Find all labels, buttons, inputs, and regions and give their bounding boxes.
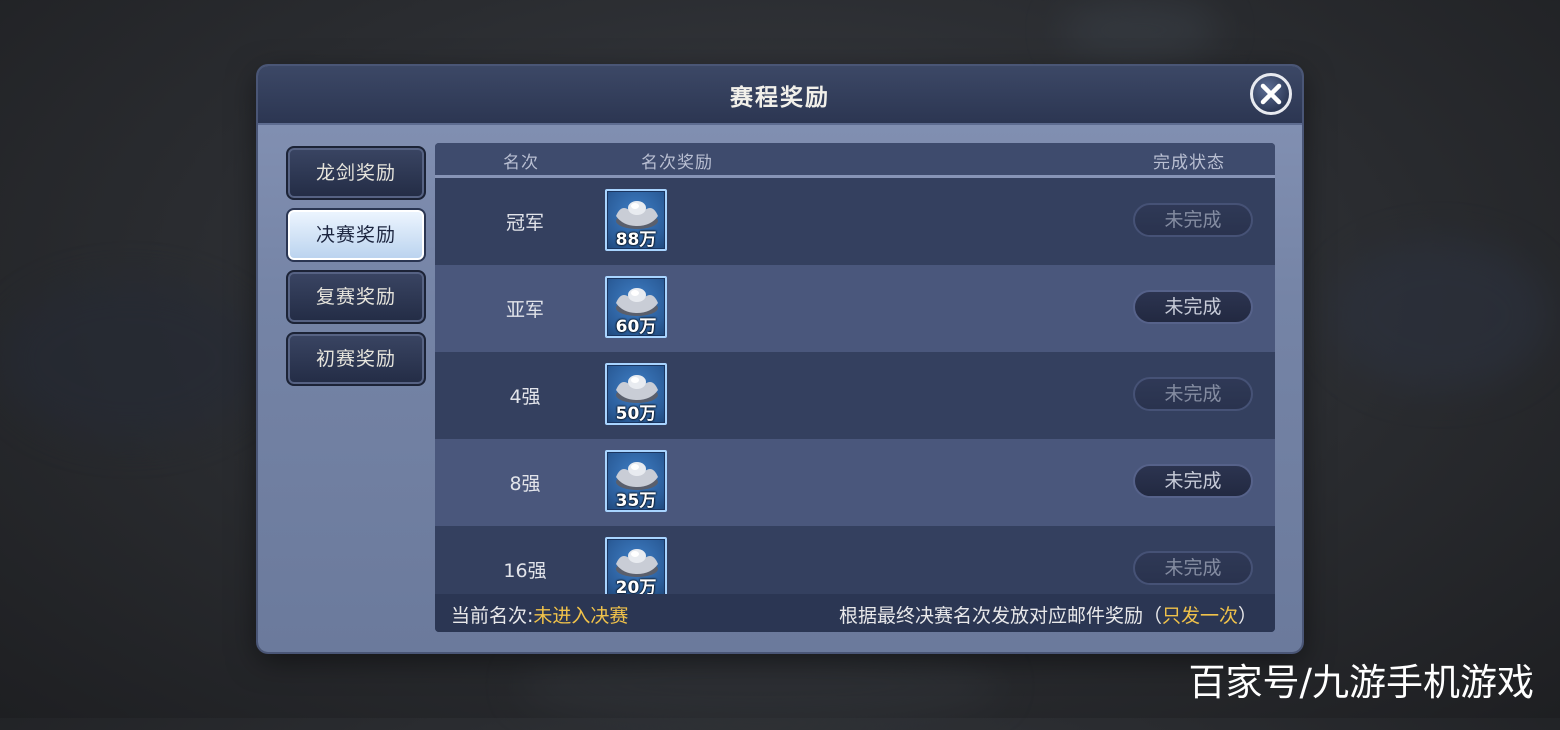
close-icon <box>1260 83 1282 105</box>
reward-list[interactable]: 冠军 88万 未完成 亚军 60万 未完成 4强 50万 未完成 8强 35万 … <box>435 178 1275 594</box>
table-row: 冠军 88万 未完成 <box>435 178 1275 266</box>
rank-label: 8强 <box>509 473 541 495</box>
reward-dialog: 赛程奖励 龙剑奖励 决赛奖励 复赛奖励 初赛奖励 名次 名次奖励 完成状态 冠军 <box>258 66 1302 652</box>
reward-quantity: 88万 <box>615 230 657 250</box>
rank-label: 亚军 <box>505 299 544 321</box>
background-shape <box>0 280 260 440</box>
status-badge: 未完成 <box>1133 377 1253 411</box>
current-rank-label: 当前名次: <box>451 605 534 627</box>
reward-item[interactable]: 20万 <box>605 537 667 594</box>
header-status: 完成状态 <box>1153 153 1225 173</box>
reward-quantity: 50万 <box>615 404 657 424</box>
background-shape <box>520 640 1000 730</box>
dialog-title: 赛程奖励 <box>730 85 830 111</box>
table-row: 8强 35万 未完成 <box>435 439 1275 527</box>
reward-note-highlight: 只发一次 <box>1161 605 1238 627</box>
reward-tabs: 龙剑奖励 决赛奖励 复赛奖励 初赛奖励 <box>286 146 426 394</box>
reward-quantity: 20万 <box>615 578 657 594</box>
reward-item[interactable]: 50万 <box>605 363 667 425</box>
tab-final-reward[interactable]: 决赛奖励 <box>286 208 426 262</box>
reward-note-suffix: ） <box>1237 605 1257 627</box>
table-row: 4强 50万 未完成 <box>435 352 1275 440</box>
rank-label: 冠军 <box>505 212 544 234</box>
status-badge: 未完成 <box>1133 203 1253 237</box>
reward-item[interactable]: 35万 <box>605 450 667 512</box>
tab-preliminary-reward[interactable]: 初赛奖励 <box>286 332 426 386</box>
reward-quantity: 60万 <box>615 317 657 337</box>
table-header: 名次 名次奖励 完成状态 <box>435 143 1275 178</box>
watermark: 百家号/九游手机游戏 <box>1188 661 1534 704</box>
background-shape <box>1330 240 1550 390</box>
rank-label: 16强 <box>503 560 547 582</box>
rank-label: 4强 <box>509 386 541 408</box>
status-badge: 未完成 <box>1133 464 1253 498</box>
reward-note-text: 根据最终决赛名次发放对应邮件奖励（ <box>838 605 1162 627</box>
status-badge: 未完成 <box>1133 290 1253 324</box>
tab-semifinal-reward[interactable]: 复赛奖励 <box>286 270 426 324</box>
title-bar: 赛程奖励 <box>258 66 1302 125</box>
reward-item[interactable]: 60万 <box>605 276 667 338</box>
reward-table: 名次 名次奖励 完成状态 冠军 88万 未完成 亚军 60万 未完成 4强 50… <box>435 143 1275 632</box>
table-row: 亚军 60万 未完成 <box>435 265 1275 353</box>
rank-footer: 当前名次:未进入决赛 根据最终决赛名次发放对应邮件奖励（只发一次） <box>435 594 1275 632</box>
table-row: 16强 20万 未完成 <box>435 526 1275 594</box>
reward-quantity: 35万 <box>615 491 657 511</box>
reward-item[interactable]: 88万 <box>605 189 667 251</box>
close-button[interactable] <box>1250 73 1292 115</box>
reward-note: 根据最终决赛名次发放对应邮件奖励（只发一次） <box>839 601 1257 628</box>
tab-dragon-sword-reward[interactable]: 龙剑奖励 <box>286 146 426 200</box>
header-rank: 名次 <box>503 153 539 173</box>
background-shape <box>1060 0 1220 60</box>
current-rank-value: 未进入决赛 <box>533 605 629 627</box>
status-badge: 未完成 <box>1133 551 1253 585</box>
header-reward: 名次奖励 <box>641 153 713 173</box>
current-rank: 当前名次:未进入决赛 <box>451 601 628 628</box>
